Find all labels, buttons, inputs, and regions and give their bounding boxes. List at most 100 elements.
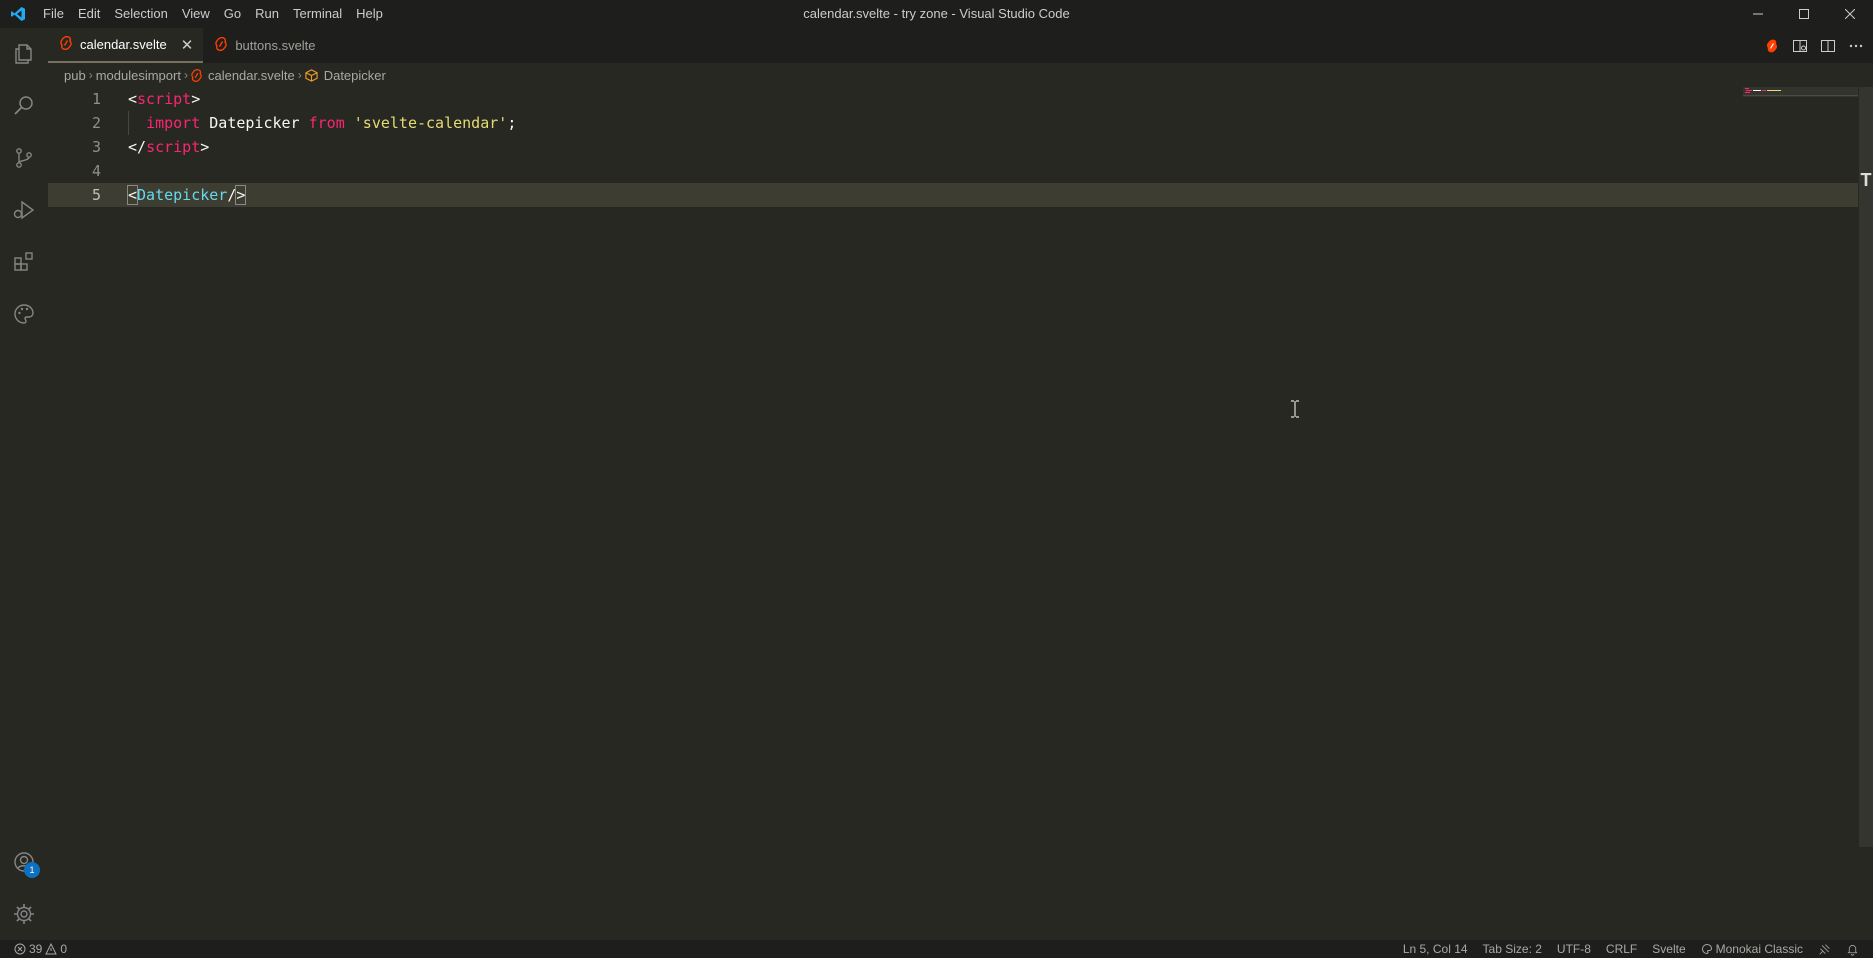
feedback-icon [1819, 943, 1830, 955]
menu-selection[interactable]: Selection [107, 0, 174, 28]
source-control-icon [16, 148, 32, 168]
svelte-icon [60, 35, 72, 53]
menu-go[interactable]: Go [217, 0, 248, 28]
error-icon [14, 943, 26, 955]
warning-count: 0 [60, 942, 68, 956]
end-of-line[interactable]: CRLF [1606, 942, 1637, 956]
code-line-current: 5 <Datepicker/> [48, 183, 1858, 207]
overview-ruler-cursor-icon: T [1860, 170, 1872, 190]
minimize-button[interactable] [1735, 0, 1781, 28]
line-number: 4 [91, 162, 101, 180]
themes-button[interactable] [0, 288, 48, 340]
breadcrumb-item-symbol[interactable]: Datepicker [324, 68, 386, 83]
close-tab-icon[interactable]: ✕ [181, 36, 194, 54]
chevron-right-icon: › [297, 68, 302, 82]
palette-icon [14, 304, 34, 324]
status-bar: 39 0 Ln 5, Col 14 Tab Size: 2 UTF-8 CRLF… [0, 940, 1873, 958]
editor-tabs: calendar.svelte ✕ buttons.svelte [48, 28, 1873, 63]
text-cursor-icon [1290, 400, 1300, 418]
activity-bar: 1 [0, 28, 48, 940]
tab-label: buttons.svelte [235, 38, 316, 53]
search-button[interactable] [0, 80, 48, 132]
tab-size[interactable]: Tab Size: 2 [1483, 942, 1542, 956]
tab-buttons-svelte[interactable]: buttons.svelte [203, 28, 325, 63]
minimize-icon [1753, 13, 1763, 15]
feedback-button[interactable] [1818, 943, 1831, 956]
chevron-right-icon: › [88, 68, 93, 82]
encoding[interactable]: UTF-8 [1557, 942, 1591, 956]
menu-edit[interactable]: Edit [71, 0, 107, 28]
more-actions-button[interactable] [1847, 37, 1865, 55]
menu-bar: File Edit Selection View Go Run Terminal… [36, 0, 390, 28]
vscode-logo-icon [0, 0, 36, 28]
vertical-scrollbar[interactable] [1859, 87, 1873, 847]
close-window-button[interactable] [1827, 0, 1873, 28]
theme-indicator[interactable]: Monokai Classic [1701, 942, 1803, 956]
search-icon [14, 96, 33, 115]
code-line: 2 import Datepicker from 'svelte-calenda… [48, 111, 1858, 135]
svelte-icon [215, 36, 228, 54]
svelte-icon [1766, 39, 1778, 52]
warning-icon [45, 943, 58, 955]
palette-icon [1701, 943, 1712, 955]
code-text: </script> [128, 138, 210, 156]
maximize-icon [1799, 9, 1809, 19]
menu-file[interactable]: File [36, 0, 71, 28]
code-editor[interactable]: 1 <script> 2 import Datepicker from 'sve… [48, 87, 1858, 940]
close-icon [1845, 9, 1855, 19]
breadcrumb-item-file[interactable]: calendar.svelte [208, 68, 295, 83]
breadcrumb: pub › modulesimport › calendar.svelte › … [48, 63, 386, 87]
code-line: 3 </script> [48, 135, 1858, 159]
split-editor-button[interactable] [1819, 37, 1837, 55]
svelte-action-button[interactable] [1763, 37, 1781, 55]
indent-guide [128, 111, 129, 135]
accounts-button[interactable]: 1 [0, 836, 48, 888]
code-text: <script> [128, 90, 201, 108]
split-editor-icon [1821, 39, 1835, 52]
files-icon [15, 44, 32, 64]
problems-indicator[interactable]: 39 0 [14, 942, 67, 956]
ellipsis-icon [1849, 44, 1863, 47]
language-mode[interactable]: Svelte [1652, 942, 1685, 956]
code-line: 1 <script> [48, 87, 1858, 111]
theme-name: Monokai Classic [1715, 942, 1803, 956]
run-debug-icon [13, 200, 35, 220]
menu-terminal[interactable]: Terminal [286, 0, 349, 28]
error-count: 39 [29, 942, 43, 956]
scrollbar-thumb[interactable] [1859, 87, 1873, 847]
chevron-right-icon: › [183, 68, 188, 82]
run-debug-button[interactable] [0, 184, 48, 236]
editor-actions [1763, 28, 1865, 63]
extensions-button[interactable] [0, 236, 48, 288]
manage-button[interactable] [0, 888, 48, 940]
maximize-button[interactable] [1781, 0, 1827, 28]
tab-label: calendar.svelte [80, 37, 167, 52]
menu-run[interactable]: Run [248, 0, 286, 28]
code-text: <Datepicker/> [126, 185, 247, 205]
line-number: 5 [91, 186, 101, 204]
window-controls [1735, 0, 1873, 28]
line-number: 1 [91, 90, 101, 108]
menu-help[interactable]: Help [349, 0, 390, 28]
open-preview-button[interactable] [1791, 37, 1809, 55]
symbol-component-icon [305, 68, 318, 82]
breadcrumb-item-modulesimport[interactable]: modulesimport [96, 68, 181, 83]
source-control-button[interactable] [0, 132, 48, 184]
notifications-button[interactable] [1846, 943, 1859, 956]
line-number: 3 [91, 138, 101, 156]
bell-icon [1847, 944, 1858, 956]
accounts-badge: 1 [24, 862, 40, 878]
breadcrumb-item-pub[interactable]: pub [64, 68, 86, 83]
line-number: 2 [91, 114, 101, 132]
gear-icon [14, 904, 34, 924]
extensions-icon [14, 252, 33, 271]
menu-view[interactable]: View [175, 0, 217, 28]
svelte-icon [191, 68, 202, 82]
code-text: import Datepicker from 'svelte-calendar'… [146, 114, 517, 132]
title-bar: File Edit Selection View Go Run Terminal… [0, 0, 1873, 28]
explorer-button[interactable] [0, 28, 48, 80]
tab-calendar-svelte[interactable]: calendar.svelte ✕ [48, 28, 204, 63]
cursor-position[interactable]: Ln 5, Col 14 [1403, 942, 1468, 956]
preview-icon [1793, 39, 1807, 52]
minimap[interactable] [1743, 87, 1858, 107]
